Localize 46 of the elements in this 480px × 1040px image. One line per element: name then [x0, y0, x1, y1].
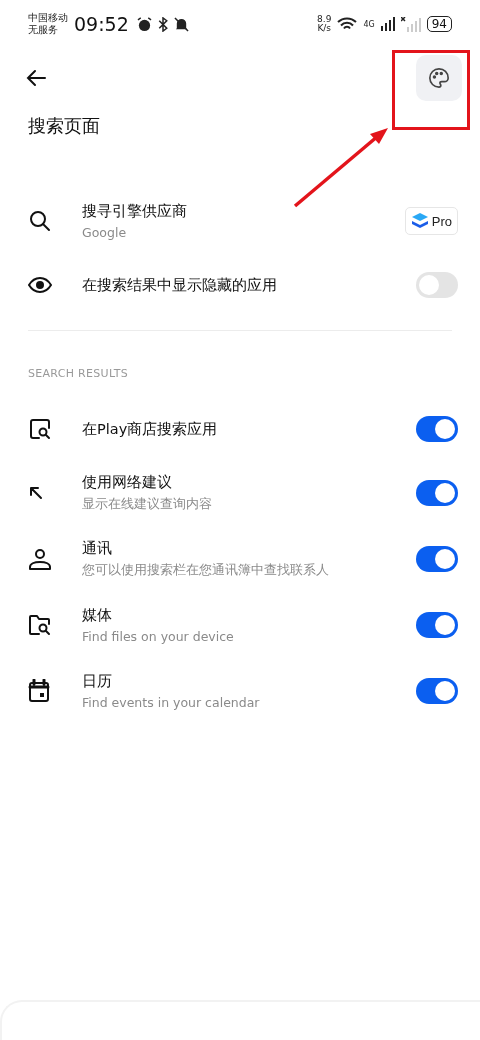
wifi-icon [337, 16, 358, 32]
section-header: SEARCH RESULTS [28, 367, 130, 380]
setting-title: 通讯 [82, 539, 113, 558]
alarm-icon [136, 16, 152, 32]
signal-icon [380, 17, 395, 31]
setting-title: 使用网络建议 [82, 473, 173, 492]
pro-badge[interactable]: Pro [404, 207, 458, 235]
person-icon [28, 547, 52, 571]
setting-title: 媒体 [82, 606, 113, 625]
setting-title: 搜寻引擎供应商 [82, 202, 188, 221]
setting-title: 在Play商店搜索应用 [82, 419, 219, 439]
toggle-switch[interactable] [416, 546, 458, 572]
setting-subtitle: Google [82, 225, 128, 240]
setting-subtitle: Find files on your device [82, 629, 235, 644]
folder-search-icon [28, 614, 52, 636]
toggle-switch[interactable] [416, 678, 458, 704]
arrow-up-left-icon [28, 485, 44, 501]
speed-label: 8.9 [317, 15, 332, 24]
no-signal-icon [400, 16, 421, 32]
search-square-icon [28, 417, 52, 441]
toggle-switch[interactable] [416, 480, 458, 506]
battery-indicator: 94 [426, 16, 452, 32]
setting-title: 日历 [82, 672, 113, 691]
network-label: 4G [363, 19, 375, 29]
speed-label: K/s [317, 24, 332, 33]
carrier-label: 中国移动 [28, 12, 68, 24]
toggle-switch[interactable] [416, 416, 458, 442]
setting-subtitle: 显示在线建议查询内容 [82, 496, 213, 513]
palette-icon [428, 67, 450, 89]
back-button[interactable] [26, 69, 46, 87]
toggle-switch[interactable] [416, 272, 458, 298]
bluetooth-icon [157, 16, 168, 32]
carrier-label: 无服务 [28, 24, 59, 36]
setting-subtitle: Find events in your calendar [82, 695, 261, 710]
clock: 09:52 [74, 13, 129, 35]
toggle-switch[interactable] [416, 612, 458, 638]
setting-title: 在搜索结果中显示隐藏的应用 [82, 275, 278, 295]
theme-button[interactable] [416, 55, 462, 101]
calendar-icon [28, 679, 50, 703]
back-arrow-icon [26, 69, 46, 87]
search-icon [28, 209, 52, 233]
setting-subtitle: 您可以使用搜索栏在您通讯簿中查找联系人 [82, 562, 330, 579]
page-title: 搜索页面 [28, 114, 101, 138]
layers-icon [410, 212, 429, 230]
bell-off-icon [173, 16, 189, 32]
eye-icon [28, 277, 52, 293]
